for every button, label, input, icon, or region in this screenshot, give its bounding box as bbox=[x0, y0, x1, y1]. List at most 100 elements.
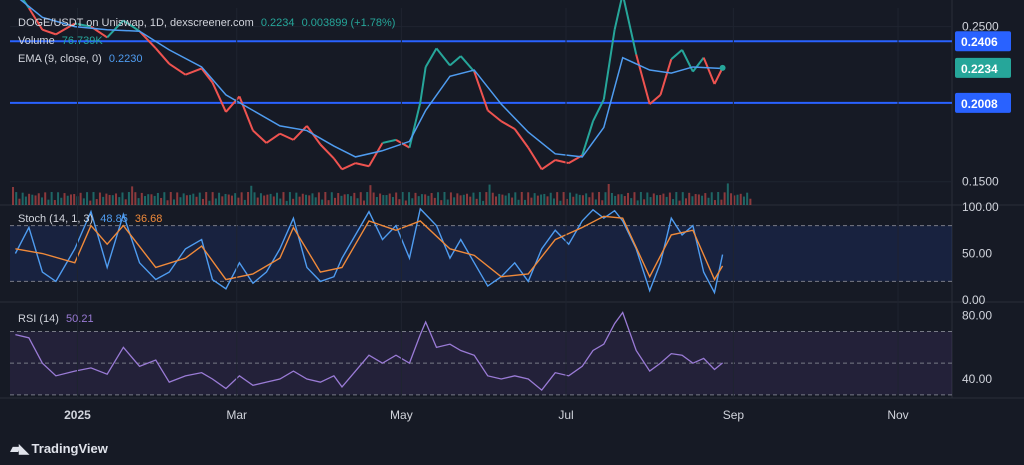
volume-bar-147 bbox=[485, 192, 488, 205]
volume-bar-98 bbox=[327, 200, 330, 205]
volume-bar-68 bbox=[230, 195, 233, 205]
volume-bar-205 bbox=[672, 199, 675, 205]
price-segment-45 bbox=[602, 29, 616, 100]
volume-bar-168 bbox=[552, 198, 555, 205]
volume-bar-2 bbox=[18, 198, 21, 205]
volume-bar-60 bbox=[205, 192, 208, 205]
volume-bar-5 bbox=[28, 193, 31, 205]
volume-bar-55 bbox=[189, 194, 192, 205]
volume-bar-12 bbox=[50, 192, 53, 205]
volume-bar-131 bbox=[433, 197, 436, 205]
volume-bar-19 bbox=[73, 194, 76, 205]
volume-bar-164 bbox=[540, 194, 543, 205]
rsi-value: 50.21 bbox=[66, 313, 94, 325]
volume-bar-111 bbox=[369, 185, 372, 205]
volume-bar-180 bbox=[591, 192, 594, 205]
price-tick-1: 0.1500 bbox=[962, 175, 999, 189]
volume-bar-139 bbox=[459, 195, 462, 205]
volume-bar-103 bbox=[343, 194, 346, 205]
volume-bar-160 bbox=[527, 192, 530, 205]
price-segment-40 bbox=[541, 159, 556, 171]
volume-bar-89 bbox=[298, 196, 301, 205]
volume-bar-157 bbox=[517, 199, 520, 205]
volume-bar-213 bbox=[697, 194, 700, 205]
x-tick-5: Nov bbox=[887, 408, 908, 422]
volume-bar-204 bbox=[668, 192, 671, 205]
volume-bar-190 bbox=[623, 196, 626, 205]
price-segment-30 bbox=[419, 66, 427, 103]
volume-bar-79 bbox=[266, 194, 269, 205]
volume-bar-200 bbox=[656, 195, 658, 205]
volume-bar-195 bbox=[639, 192, 642, 205]
volume-bar-10 bbox=[44, 192, 47, 205]
volume-bar-174 bbox=[572, 196, 575, 205]
volume-bar-63 bbox=[214, 198, 217, 205]
volume-bar-179 bbox=[588, 197, 591, 205]
volume-bar-81 bbox=[272, 196, 275, 205]
volume-bar-86 bbox=[288, 192, 291, 205]
volume-bar-72 bbox=[243, 199, 246, 205]
chart-canvas: 0.25000.15000.24060.20080.2234100.0050.0… bbox=[0, 0, 1024, 422]
price-segment-23 bbox=[333, 157, 343, 170]
volume-bar-136 bbox=[449, 192, 452, 205]
volume-bar-178 bbox=[585, 193, 588, 205]
volume-bar-202 bbox=[662, 193, 665, 205]
stoch-k-value: 48.85 bbox=[100, 213, 128, 225]
volume-bar-134 bbox=[443, 192, 446, 205]
volume-bar-167 bbox=[549, 192, 552, 205]
volume-bar-90 bbox=[301, 193, 304, 205]
price-segment-22 bbox=[319, 143, 335, 160]
volume-legend: Volume 76.739K bbox=[18, 35, 107, 47]
volume-bar-170 bbox=[559, 200, 562, 205]
volume-bar-191 bbox=[627, 192, 630, 205]
volume-bar-133 bbox=[440, 200, 443, 205]
volume-bar-177 bbox=[581, 195, 584, 205]
volume-bar-203 bbox=[665, 196, 668, 205]
stoch-label: Stoch (14, 1, 3) bbox=[18, 213, 94, 225]
price-segment-38 bbox=[513, 128, 530, 149]
volume-bar-129 bbox=[427, 195, 430, 205]
volume-bar-62 bbox=[211, 192, 214, 205]
volume-bar-82 bbox=[276, 192, 279, 205]
volume-bar-71 bbox=[240, 192, 243, 205]
price-legend: DOGE/USDT on Uniswap, 1D, dexscreener.co… bbox=[18, 17, 399, 29]
volume-bar-207 bbox=[678, 200, 681, 205]
volume-bar-132 bbox=[437, 192, 440, 205]
last-price-dot bbox=[719, 64, 726, 71]
volume-bar-210 bbox=[688, 192, 691, 205]
volume-bar-117 bbox=[388, 193, 391, 205]
volume-bar-41 bbox=[144, 196, 147, 205]
volume-bar-182 bbox=[598, 192, 601, 205]
volume-bar-33 bbox=[118, 197, 121, 205]
volume-bar-70 bbox=[237, 197, 240, 205]
volume-value: 76.739K bbox=[61, 35, 103, 47]
volume-bar-34 bbox=[121, 192, 124, 205]
volume-bar-141 bbox=[466, 193, 469, 205]
volume-bar-88 bbox=[295, 192, 298, 205]
volume-bar-100 bbox=[334, 197, 336, 205]
ema-value: 0.2230 bbox=[108, 53, 143, 65]
volume-bar-113 bbox=[375, 196, 378, 205]
volume-bar-61 bbox=[208, 200, 211, 205]
volume-bar-44 bbox=[153, 195, 156, 205]
volume-bar-198 bbox=[649, 197, 652, 205]
volume-bar-27 bbox=[98, 192, 101, 205]
volume-bar-206 bbox=[675, 192, 678, 205]
volume-bar-226 bbox=[739, 193, 742, 205]
volume-bar-209 bbox=[684, 198, 687, 205]
volume-bar-83 bbox=[279, 198, 282, 205]
volume-bar-78 bbox=[263, 195, 266, 205]
volume-bar-54 bbox=[185, 195, 188, 205]
volume-bar-26 bbox=[95, 199, 98, 205]
volume-bar-138 bbox=[456, 193, 459, 205]
volume-bar-53 bbox=[182, 193, 185, 205]
volume-bar-192 bbox=[630, 198, 633, 205]
volume-bar-107 bbox=[356, 198, 359, 205]
volume-label: Volume bbox=[18, 35, 55, 47]
volume-bar-175 bbox=[575, 193, 578, 205]
volume-bar-17 bbox=[66, 195, 69, 205]
tradingview-brand[interactable]: ▰◣ TradingView bbox=[10, 440, 108, 457]
volume-bar-6 bbox=[31, 194, 34, 205]
volume-bar-48 bbox=[166, 200, 169, 205]
volume-bar-29 bbox=[105, 193, 108, 205]
